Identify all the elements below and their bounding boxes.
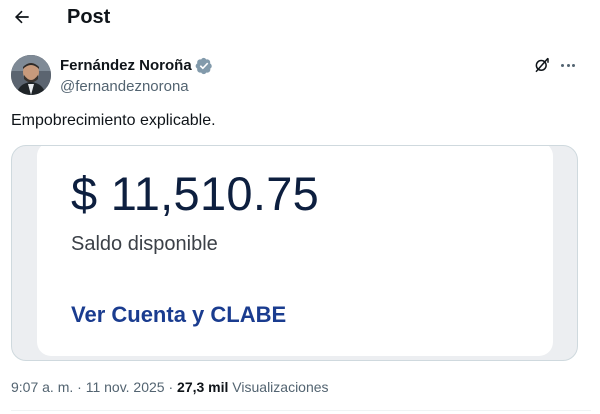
- grok-button[interactable]: [531, 54, 553, 76]
- post-meta: 9:07 a. m. · 11 nov. 2025 · 27,3 mil Vis…: [11, 377, 329, 397]
- author-name-text[interactable]: Fernández Noroña: [60, 56, 192, 76]
- post-header: Post: [0, 0, 600, 34]
- divider: [11, 410, 591, 411]
- tweet-media-image[interactable]: $ 11,510.75 Saldo disponible Ver Cuenta …: [11, 145, 578, 361]
- balance-amount: $ 11,510.75: [71, 167, 320, 220]
- avatar-image: [11, 55, 51, 95]
- balance-card: $ 11,510.75 Saldo disponible Ver Cuenta …: [37, 146, 553, 356]
- tweet-text: Empobrecimiento explicable.: [11, 112, 216, 129]
- back-button[interactable]: [10, 5, 34, 29]
- arrow-left-icon: [14, 10, 29, 24]
- post-page: Post Fernández Noroña @fernandeznorona E…: [0, 0, 600, 414]
- author-handle[interactable]: @fernandeznorona: [60, 77, 189, 97]
- balance-label: Saldo disponible: [71, 233, 218, 255]
- avatar[interactable]: [11, 55, 51, 95]
- view-account-link: Ver Cuenta y CLABE: [71, 302, 287, 327]
- post-datetime[interactable]: 9:07 a. m. · 11 nov. 2025 ·: [11, 379, 177, 395]
- verified-badge-icon: [195, 57, 213, 75]
- author-name[interactable]: Fernández Noroña: [60, 56, 213, 76]
- more-horizontal-icon: [561, 63, 565, 67]
- more-options-button[interactable]: [558, 54, 580, 76]
- views-count: 27,3 mil: [177, 379, 229, 395]
- views-label: Visualizaciones: [228, 379, 329, 395]
- page-title: Post: [67, 6, 111, 28]
- grok-icon: [535, 57, 549, 73]
